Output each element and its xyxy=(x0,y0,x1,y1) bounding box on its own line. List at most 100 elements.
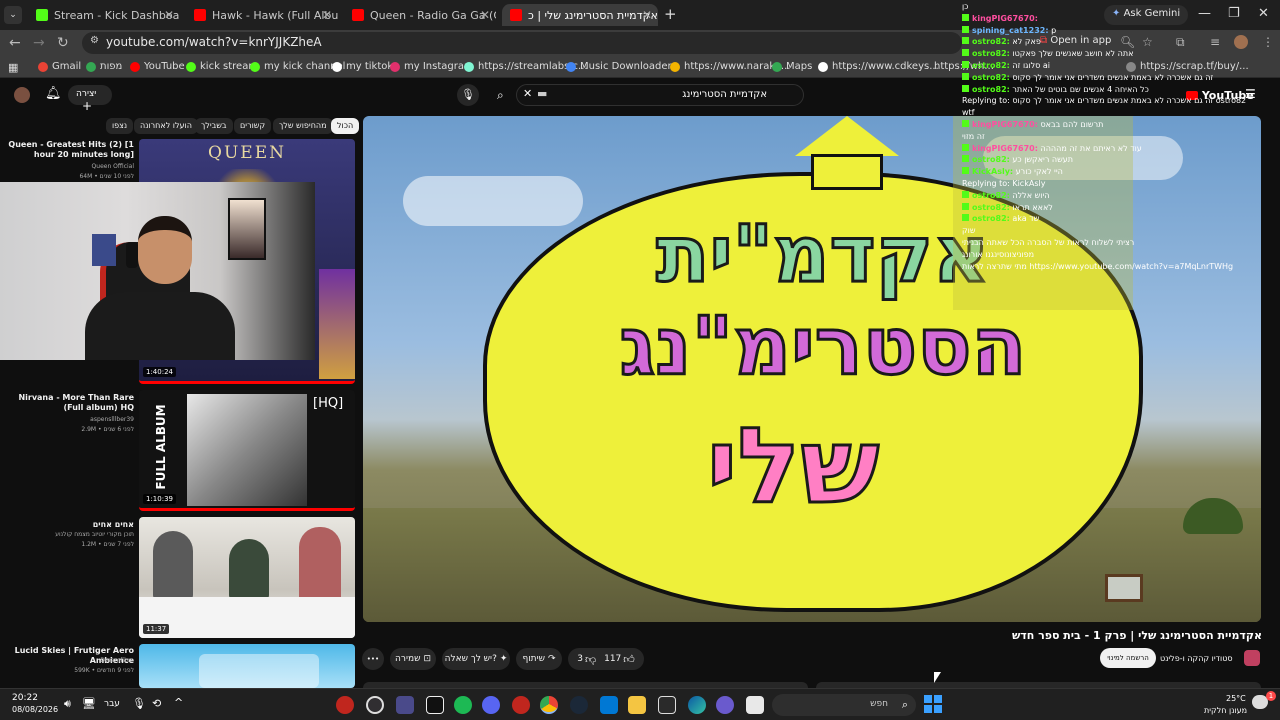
channel-name[interactable]: סטודיו קהקה ו-פלינט xyxy=(1160,654,1233,663)
tab-search-button[interactable]: ⌄ xyxy=(4,6,22,24)
rec-channel[interactable]: תוכן מקורי יוטיוב מצמח קולנוע xyxy=(6,531,134,538)
chat-username[interactable]: ostro82: xyxy=(972,191,1010,200)
taskbar-search[interactable]: חפש ⌕ xyxy=(772,694,916,716)
dislike-icon[interactable]: 👎︎ xyxy=(585,653,596,666)
back-icon[interactable]: ← xyxy=(9,35,21,51)
rec-thumbnail[interactable] xyxy=(139,644,355,688)
show-hidden-icons[interactable]: ^ xyxy=(174,696,183,709)
rec-channel[interactable]: Dreamfibre xyxy=(6,657,134,664)
rec-title[interactable]: Queen - Greatest Hits (2) [1 hour 20 min… xyxy=(6,140,134,160)
app-icon[interactable] xyxy=(716,696,734,714)
app-icon[interactable] xyxy=(512,696,530,714)
chat-username[interactable]: KickAsly: xyxy=(972,167,1013,176)
store-icon[interactable] xyxy=(600,696,618,714)
weather-temp[interactable]: 25°C xyxy=(1226,694,1246,703)
like-icon[interactable]: 👍︎ xyxy=(623,653,635,666)
subscribe-button[interactable]: הרשמה למינוי xyxy=(1100,648,1156,668)
obs-icon[interactable] xyxy=(366,696,384,714)
tab-kick-dashboard[interactable]: Stream - Kick Dashboard ✕ xyxy=(28,4,180,26)
keyboard-icon[interactable]: ▬ xyxy=(537,87,547,100)
chip-recently-uploaded[interactable]: הועלו לאחרונה xyxy=(134,118,198,134)
chat-username[interactable]: ostro82: xyxy=(972,85,1010,94)
chat-username[interactable]: spining_cat1232: xyxy=(972,26,1049,35)
clear-search-icon[interactable]: ✕ xyxy=(523,87,532,100)
file-explorer-icon[interactable] xyxy=(628,696,646,714)
clock-date[interactable]: 08/08/2026 xyxy=(12,705,58,714)
search-icon[interactable]: ⌕ xyxy=(497,88,504,103)
close-tab-icon[interactable]: ✕ xyxy=(480,8,490,22)
share-button[interactable]: שיתוף ↷ xyxy=(516,648,562,670)
capture-app-icon[interactable] xyxy=(336,696,354,714)
language-indicator[interactable]: עבר xyxy=(104,699,120,709)
chip-all[interactable]: הכול xyxy=(331,118,360,134)
more-actions-button[interactable]: ••• xyxy=(362,648,384,670)
discord-icon[interactable] xyxy=(482,696,500,714)
steam-icon[interactable] xyxy=(570,696,588,714)
close-tab-icon[interactable]: ✕ xyxy=(322,8,332,22)
app-icon[interactable] xyxy=(746,696,764,714)
save-button[interactable]: שמירה ⊡ xyxy=(390,648,436,670)
channel-avatar[interactable] xyxy=(1244,650,1260,666)
new-tab-button[interactable]: + xyxy=(664,5,677,23)
chat-username[interactable]: ostro82: xyxy=(972,49,1010,58)
chat-username[interactable]: ostro82: xyxy=(972,73,1010,82)
search-input[interactable]: ⌕ ✕ ▬ אקדמיית הסטרימינג xyxy=(497,84,804,106)
reload-icon[interactable]: ↻ xyxy=(57,35,69,51)
chat-username[interactable]: kingPIG67670: xyxy=(972,120,1038,129)
url-field[interactable]: ⚙ youtube.com/watch?v=knrYJJKZheA xyxy=(82,32,962,54)
start-windows-icon[interactable] xyxy=(924,695,942,713)
bookmark-tiktok[interactable]: my tiktok xyxy=(332,61,393,72)
chat-username[interactable]: ostro82: xyxy=(972,61,1010,70)
weather-desc[interactable]: מעונן חלקית xyxy=(1204,706,1247,715)
account-avatar[interactable] xyxy=(14,87,30,103)
bookmark-instagram[interactable]: my Instagram xyxy=(390,61,474,72)
notification-badge[interactable]: 1 xyxy=(1266,691,1276,701)
chat-username[interactable]: kingPIG67670: xyxy=(972,144,1038,153)
apps-grid-icon[interactable]: ▦ xyxy=(8,61,18,74)
chat-username[interactable]: ostro82: xyxy=(972,155,1010,164)
tray-app-icon[interactable]: ⟲ xyxy=(152,697,161,710)
site-info-icon[interactable]: ⚙ xyxy=(90,35,99,46)
chat-username[interactable]: ostro82: xyxy=(972,37,1010,46)
tab-queen-radio[interactable]: Queen - Radio Ga Ga (Official V ✕ xyxy=(344,4,496,26)
rec-thumbnail[interactable]: 11:37 xyxy=(139,517,355,638)
ask-question-button[interactable]: יש לך שאלה? ✦ xyxy=(442,648,510,670)
tab-hawk-album[interactable]: Hawk - Hawk (Full Album 1985) ✕ xyxy=(186,4,338,26)
notifications-bell-icon[interactable]: 🔔︎ xyxy=(45,86,62,101)
voice-search-icon[interactable]: 🎙︎ xyxy=(457,84,479,106)
chip-not-watched[interactable]: נצפו xyxy=(106,118,134,134)
chat-username[interactable]: ostro82: xyxy=(972,214,1010,223)
create-button[interactable]: יצירה + xyxy=(68,85,112,113)
bookmark-kick-stream[interactable]: kick stream xyxy=(186,61,258,72)
rec-thumbnail[interactable]: FULL ALBUM [HQ] 1:10:39 xyxy=(139,390,355,511)
epic-games-icon[interactable] xyxy=(658,696,676,714)
mic-icon[interactable]: 🎙︎ xyxy=(132,697,146,710)
chip-for-you[interactable]: בשבילך xyxy=(195,118,233,134)
bookmark-cdkeys[interactable]: https://www.cdkeys... xyxy=(818,61,939,72)
chat-username[interactable]: kingPIG67670: xyxy=(972,14,1038,23)
spotify-icon[interactable] xyxy=(454,696,472,714)
chrome-icon[interactable] xyxy=(540,696,558,714)
forward-icon[interactable]: → xyxy=(33,35,45,51)
bookmark-maps[interactable]: Maps xyxy=(772,61,812,72)
rec-channel[interactable]: Queen Official xyxy=(6,163,134,170)
bookmark-gmail[interactable]: Gmail xyxy=(38,61,81,72)
volume-icon[interactable]: 🔊︎ xyxy=(64,697,71,711)
app-icon[interactable] xyxy=(396,696,414,714)
tab-streaming-academy[interactable]: אקדמיית הסטרימינג שלי | כ ✕ xyxy=(502,4,658,26)
chip-from-your-search[interactable]: מהחיפוש שלך xyxy=(273,118,333,134)
network-icon[interactable]: 🖥︎ xyxy=(82,697,96,710)
rec-title[interactable]: Nirvana - More Than Rare (Full album) HQ xyxy=(6,393,134,413)
edge-icon[interactable] xyxy=(688,696,706,714)
clock-time[interactable]: 20:22 xyxy=(12,693,38,703)
chat-username[interactable]: ostro82: xyxy=(972,203,1010,212)
capcut-icon[interactable] xyxy=(426,696,444,714)
rec-title[interactable]: אחים אחים xyxy=(6,520,134,530)
close-tab-icon[interactable]: ✕ xyxy=(642,8,652,22)
chip-related[interactable]: קשורים xyxy=(234,118,272,134)
close-tab-icon[interactable]: ✕ xyxy=(164,8,174,22)
rec-channel[interactable]: aspenslllber39 xyxy=(6,416,134,423)
bookmark-music-downloader[interactable]: Music Downloader... xyxy=(566,61,680,72)
bookmark-youtube[interactable]: YouTube xyxy=(130,61,185,72)
bookmark-maps-he[interactable]: מפות xyxy=(86,61,122,72)
